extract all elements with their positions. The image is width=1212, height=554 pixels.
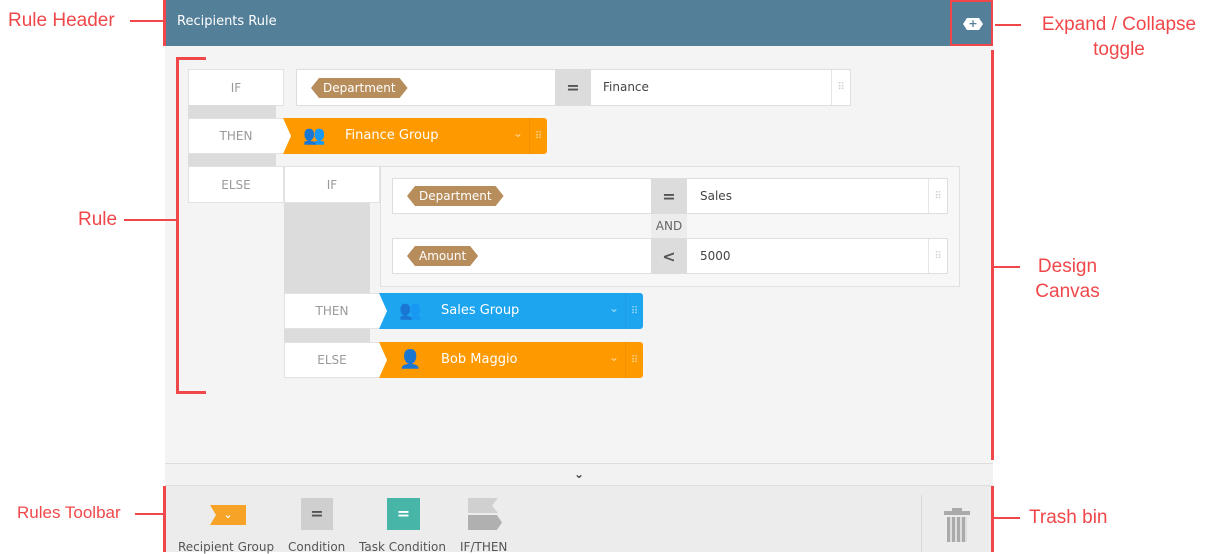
recipient-name: Bob Maggio xyxy=(441,352,518,367)
if-then-tool-icon[interactable] xyxy=(468,498,502,530)
drag-handle-icon[interactable]: ⠿ xyxy=(928,239,947,273)
and-label: AND xyxy=(651,214,687,238)
connector xyxy=(188,154,276,166)
operator-equals[interactable]: = xyxy=(555,69,591,106)
connector xyxy=(284,329,370,342)
nested-if-label: IF xyxy=(284,166,380,203)
annotation-design-canvas: Design Canvas xyxy=(1035,256,1100,302)
drag-handle-icon[interactable]: ⠿ xyxy=(831,70,850,105)
annotation-rules-toolbar: Rules Toolbar xyxy=(17,503,121,522)
condition-tool-icon[interactable]: = xyxy=(301,498,333,530)
recipient-name: Sales Group xyxy=(441,303,520,318)
condition-row[interactable]: Department = Sales ⠿ xyxy=(392,178,948,214)
annotation-expand-collapse: Expand / Collapse toggle xyxy=(1041,14,1197,60)
else-label: ELSE xyxy=(188,166,284,203)
then-label: THEN xyxy=(284,293,380,329)
rule-title: Recipients Rule xyxy=(177,14,277,29)
rule-header xyxy=(165,0,993,46)
trash-icon[interactable] xyxy=(944,508,970,542)
connector xyxy=(188,105,276,118)
expand-collapse-icon: + xyxy=(963,18,983,30)
drag-handle-icon[interactable]: ⠿ xyxy=(625,293,643,329)
recipient-sales-group[interactable]: 👥 Sales Group ⌄ ⠿ xyxy=(379,293,643,329)
else-label: ELSE xyxy=(284,342,380,378)
chevron-down-icon[interactable]: ⌄ xyxy=(513,126,523,140)
condition-row[interactable]: Department = Finance ⠿ xyxy=(296,69,851,106)
recipient-bob-maggio[interactable]: 👤 Bob Maggio ⌄ ⠿ xyxy=(379,342,643,378)
task-condition-tool-icon[interactable]: = xyxy=(387,498,420,530)
condition-value[interactable]: 5000 xyxy=(700,249,731,263)
field-tag[interactable]: Department xyxy=(311,78,408,98)
connector xyxy=(284,203,370,293)
annotation-rule-header: Rule Header xyxy=(8,10,115,31)
then-label: THEN xyxy=(188,118,284,154)
drag-handle-icon[interactable]: ⠿ xyxy=(625,342,643,378)
chevron-down-icon: ⌄ xyxy=(573,467,585,481)
operator-less-than[interactable]: < xyxy=(651,238,687,274)
field-tag[interactable]: Amount xyxy=(407,246,478,266)
chevron-down-icon[interactable]: ⌄ xyxy=(609,350,619,364)
field-tag[interactable]: Department xyxy=(407,186,504,206)
chevron-down-icon[interactable]: ⌄ xyxy=(609,301,619,315)
annotation-trash-bin: Trash bin xyxy=(1029,507,1108,528)
recipient-finance-group[interactable]: 👥 Finance Group ⌄ ⠿ xyxy=(283,118,547,154)
condition-value[interactable]: Finance xyxy=(603,80,649,94)
group-icon: 👥 xyxy=(303,125,326,146)
group-icon: 👥 xyxy=(399,300,422,321)
toolbar-divider xyxy=(921,495,922,552)
if-label: IF xyxy=(188,69,284,106)
user-icon: 👤 xyxy=(399,349,422,370)
annotation-rule: Rule xyxy=(78,209,118,230)
drag-handle-icon[interactable]: ⠿ xyxy=(928,179,947,213)
drag-handle-icon[interactable]: ⠿ xyxy=(529,118,547,154)
recipient-name: Finance Group xyxy=(345,128,439,143)
operator-equals[interactable]: = xyxy=(651,178,687,214)
toolbar-collapse-bar[interactable]: ⌄ xyxy=(165,463,993,486)
condition-row[interactable]: Amount < 5000 ⠿ xyxy=(392,238,948,274)
expand-collapse-toggle[interactable]: + xyxy=(950,0,993,46)
condition-value[interactable]: Sales xyxy=(700,189,732,203)
